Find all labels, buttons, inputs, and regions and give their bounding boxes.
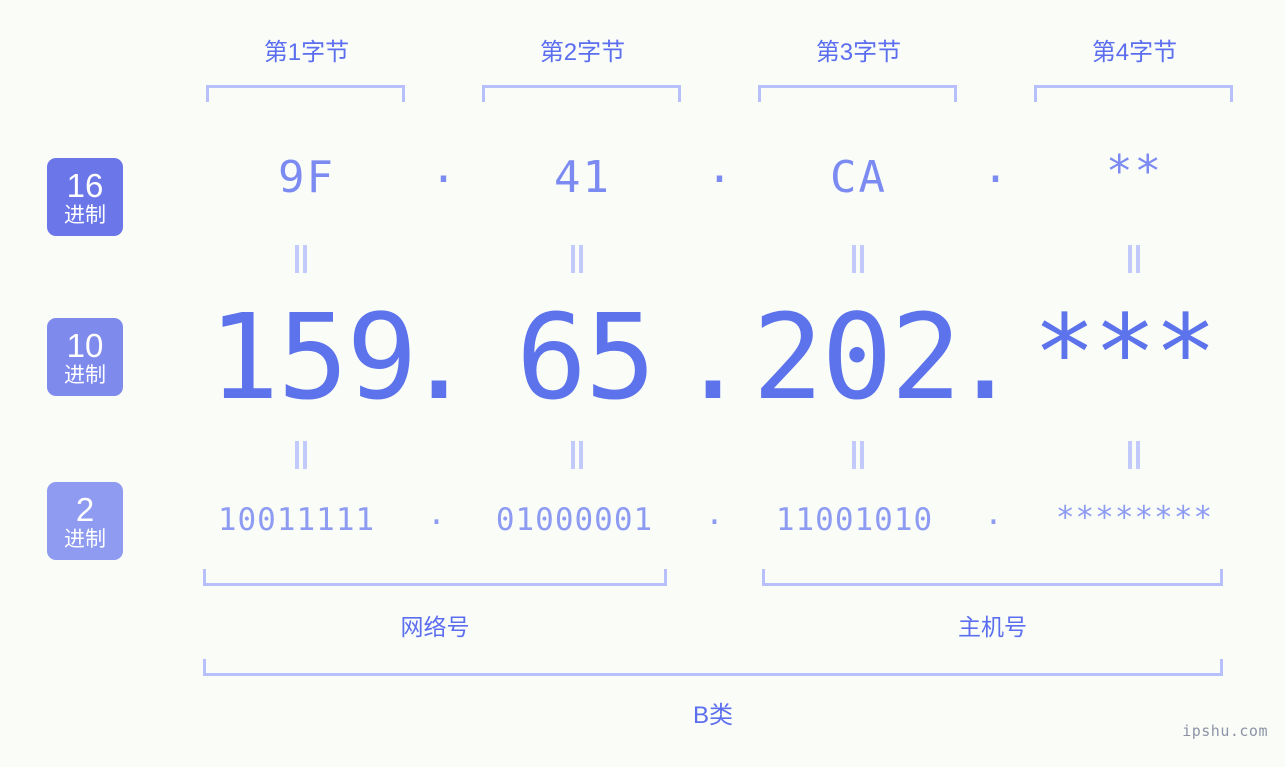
site-watermark: ipshu.com [1182, 722, 1268, 740]
hex-separator-3: . [982, 142, 1011, 193]
equals-connector-hex-dec-2 [569, 245, 585, 273]
byte-bracket-3 [758, 85, 957, 102]
binary-byte-2: 01000001 [495, 502, 654, 538]
byte-bracket-1 [206, 85, 405, 102]
binary-byte-3: 11001010 [775, 502, 934, 538]
decimal-separator-2: . [677, 288, 748, 426]
byte-bracket-4 [1034, 85, 1233, 102]
equals-connector-dec-bin-4 [1126, 441, 1142, 469]
ip-class-label: B类 [692, 702, 733, 729]
equals-connector-dec-bin-2 [569, 441, 585, 469]
equals-connector-hex-dec-3 [850, 245, 866, 273]
hex-byte-4: ** [1106, 146, 1163, 197]
decimal-byte-3: 202 [752, 288, 961, 426]
byte-header-label-1: 第1字节 [263, 39, 350, 66]
equals-connector-hex-dec-1 [293, 245, 309, 273]
byte-header-label-2: 第2字节 [539, 39, 626, 66]
hex-byte-1: 9F [278, 152, 335, 203]
network-portion-label: 网络号 [400, 614, 470, 640]
binary-value-row: 10011111 . 01000001 . 11001010 . *******… [0, 496, 1285, 546]
hex-separator-2: . [706, 142, 735, 193]
decimal-value-row: 159 . 65 . 202 . *** [0, 288, 1285, 438]
decimal-byte-4: *** [1033, 292, 1217, 414]
equals-connector-dec-bin-1 [293, 441, 309, 469]
binary-byte-1: 10011111 [217, 502, 376, 538]
ip-breakdown-diagram: 第1字节 第2字节 第3字节 第4字节 16 进制 10 进制 2 进制 9F … [0, 0, 1285, 767]
binary-byte-4: ******** [1055, 500, 1214, 536]
decimal-byte-2: 65 [515, 288, 656, 426]
hex-separator-1: . [430, 142, 459, 193]
decimal-separator-1: . [403, 288, 474, 426]
hex-value-row: 9F . 41 . CA . ** [0, 142, 1285, 212]
binary-separator-3: . [984, 496, 1004, 532]
binary-separator-1: . [427, 496, 447, 532]
binary-separator-2: . [705, 496, 725, 532]
decimal-byte-1: 159 [208, 288, 417, 426]
byte-bracket-2 [482, 85, 681, 102]
host-portion-label: 主机号 [958, 614, 1027, 640]
byte-header-label-4: 第4字节 [1091, 39, 1178, 66]
host-portion-bracket [762, 569, 1223, 586]
byte-header-label-3: 第3字节 [815, 39, 902, 66]
hex-byte-3: CA [830, 152, 887, 203]
equals-connector-dec-bin-3 [850, 441, 866, 469]
hex-byte-2: 41 [554, 152, 611, 203]
network-portion-bracket [203, 569, 667, 586]
ip-class-bracket [203, 659, 1223, 676]
equals-connector-hex-dec-4 [1126, 245, 1142, 273]
